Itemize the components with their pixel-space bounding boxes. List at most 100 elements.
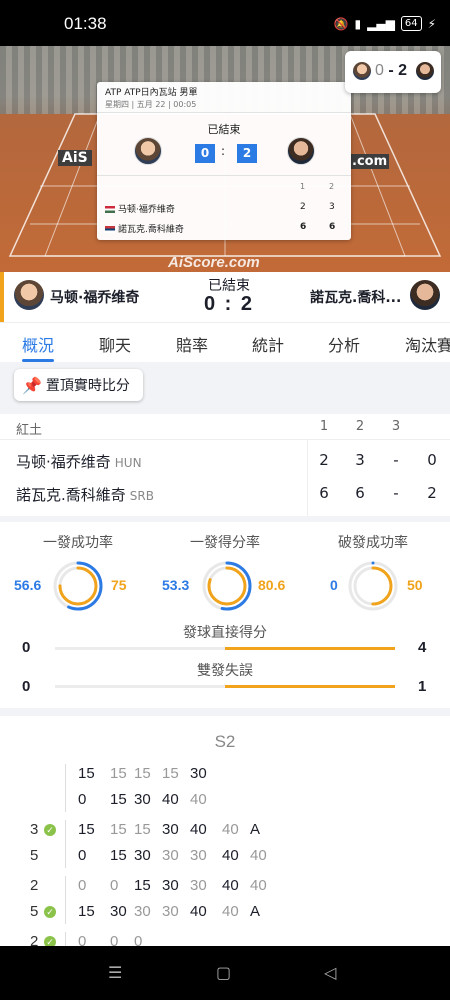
game-counter: 5 [30,847,39,864]
set-score: 2 [300,202,306,212]
signal-icon: ▂▄▆ [367,16,395,31]
point-score: 40 [222,903,239,920]
away-player-avatar [287,137,315,165]
point-score: 30 [162,877,179,894]
total-score: 0 [427,451,437,469]
divider [65,820,66,868]
point-score: 0 [78,791,87,808]
system-nav-bar: ☰ ▢ ◁ [0,946,450,1000]
away-player-avatar[interactable] [410,280,440,310]
back-icon[interactable]: ◁ [324,963,336,982]
game-won-check-icon: ✓ [44,824,56,836]
match-status: 已結束 [207,123,241,136]
home-name: 马顿·福乔维奇 [118,205,175,215]
point-score: 15 [78,765,95,782]
away-score-box: 2 [237,144,257,163]
point-score: 40 [190,791,207,808]
home-icon[interactable]: ▢ [216,963,231,982]
set-score: 6 [355,484,365,502]
pin-live-score-button[interactable]: 📌 置頂實時比分 [14,369,143,401]
set-header: 3 [391,419,401,434]
divider [97,112,351,113]
score-colon: : [221,144,226,158]
point-score: 15 [134,877,151,894]
point-score: 30 [162,821,179,838]
point-score: 15 [78,821,95,838]
menu-icon[interactable]: ☰ [108,963,122,982]
charging-icon: ⚡ [427,16,436,31]
point-score: A [250,903,261,920]
game-row: 3 ✓ 15 15 15 30 40 40 A [0,818,450,842]
divider [65,764,66,812]
game-row: 15 15 15 15 30 [0,762,450,786]
home-player-avatar [134,137,162,165]
game-row: 5 ✓ 15 30 30 30 40 40 A [0,900,450,924]
away-player-name[interactable]: 諾瓦克.喬科... [310,287,401,307]
game-counter: 2 [30,877,39,894]
serbia-flag-icon [105,226,115,233]
match-score-card[interactable]: ATP ATP日內瓦站 男單 星期四 | 五月 22 | 00:05 已結束 0… [97,82,351,240]
surface-label: 紅土 [16,423,43,438]
point-score: 30 [134,847,151,864]
tab-odds[interactable]: 賠率 [176,332,208,356]
tab-knockout[interactable]: 淘汰賽 [405,332,450,356]
total-score: 2 [427,484,437,502]
set-score: - [393,451,399,469]
mini-score-text: 0 - 2 [375,62,408,79]
table-row: 諾瓦克.喬科維奇 SRB 6 6 - 2 [0,477,450,509]
point-score: 15 [162,765,179,782]
pin-icon: 📌 [22,375,42,395]
game-row: 0 15 30 40 40 [0,788,450,812]
point-score: 40 [190,821,207,838]
tab-analysis[interactable]: 分析 [328,332,360,356]
ring-chart-first-serve [53,561,103,611]
point-score: 40 [222,821,239,838]
mini-scoreboard[interactable]: 0 - 2 [345,51,441,93]
point-score: 40 [190,903,207,920]
point-score: A [250,821,261,838]
away-name: 諾瓦克.喬科維奇 [118,225,184,235]
point-score: 0 [78,877,87,894]
hungary-flag-icon [105,206,115,213]
stat-away-value: 75 [111,577,127,593]
set-header: 1 [319,419,329,434]
ring-track [348,561,398,611]
set-score: - [393,484,399,502]
tab-bar: 概況 聊天 賠率 統計 分析 淘汰賽 [0,322,450,362]
court-watermark: AiScore.com [168,254,260,271]
clock: 01:38 [64,14,107,33]
stat-bar-fill [225,685,395,688]
stat-home-value: 56.6 [14,577,42,593]
status-bar: 01:38 🔕 ▮ ▂▄▆ 64 ⚡ [0,0,450,46]
point-score: 30 [134,791,151,808]
away-player-avatar [416,62,434,80]
volte-icon: ▮ [354,16,362,31]
court-brand-left: AiS [58,150,92,166]
tab-overview[interactable]: 概況 [22,332,54,356]
set-header: 1 [300,182,306,191]
point-score: 15 [78,903,95,920]
stat-away-value: 50 [407,577,423,593]
pin-bar: 📌 置頂實時比分 [0,362,450,410]
stat-home-value: 53.3 [162,577,190,593]
stat-label: 一發得分率 [190,535,260,551]
tab-stats[interactable]: 統計 [252,332,284,356]
stat-home-value: 0 [330,577,338,593]
stat-bar-fill [225,647,395,650]
court-brand-right: .com [350,154,390,169]
match-datetime: 星期四 | 五月 22 | 00:05 [105,100,197,109]
set-header: 2 [355,419,365,434]
away-score-row: 諾瓦克.喬科維奇 6 6 [105,222,345,235]
ring-chart-first-serve-won [202,561,252,611]
set-header: 2 [329,182,335,191]
point-score: 40 [250,847,267,864]
status-icons: 🔕 ▮ ▂▄▆ 64 ⚡ [334,16,436,31]
match-header: 马顿·福乔维奇 已結束 0 : 2 諾瓦克.喬科... [0,272,450,322]
set-score: 3 [355,451,365,469]
stat-away-value: 1 [418,678,427,695]
point-score: 30 [162,903,179,920]
tournament-title: ATP ATP日內瓦站 男單 [105,88,198,98]
point-score: 30 [190,877,207,894]
set-score: 3 [329,202,335,212]
tab-chat[interactable]: 聊天 [99,332,131,356]
